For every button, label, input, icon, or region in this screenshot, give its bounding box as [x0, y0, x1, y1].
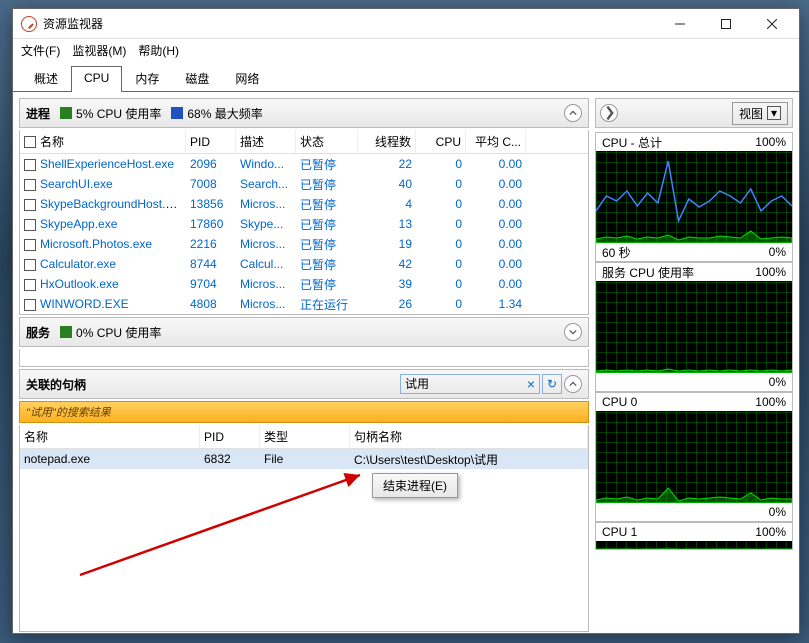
app-icon	[21, 16, 37, 32]
tabs: 概述 CPU 内存 磁盘 网络	[13, 61, 799, 92]
process-row[interactable]: ShellExperienceHost.exe2096Windo...已暂停22…	[20, 154, 588, 174]
graph-block: CPU 1100%	[595, 522, 793, 550]
collapse-right-panel-button[interactable]	[600, 104, 618, 122]
col-state[interactable]: 状态	[296, 130, 358, 153]
tab-cpu[interactable]: CPU	[71, 66, 122, 92]
processes-table: 名称 PID 描述 状态 线程数 CPU 平均 C... ShellExperi…	[19, 130, 589, 315]
tab-memory[interactable]: 内存	[122, 65, 172, 91]
processes-title: 进程	[26, 105, 50, 122]
graph-block: CPU - 总计100%60 秒0%	[595, 132, 793, 262]
resource-monitor-window: 资源监视器 文件(F) 监视器(M) 帮助(H) 概述 CPU 内存 磁盘 网络…	[12, 8, 800, 634]
processes-thead: 名称 PID 描述 状态 线程数 CPU 平均 C...	[20, 130, 588, 154]
collapse-handles-button[interactable]	[564, 375, 582, 393]
row-checkbox[interactable]	[24, 239, 36, 251]
services-title: 服务	[26, 324, 50, 341]
services-header[interactable]: 服务 0% CPU 使用率	[19, 317, 589, 347]
view-dropdown[interactable]: 视图 ▾	[732, 102, 788, 125]
handles-thead: 名称 PID 类型 句柄名称	[20, 425, 588, 449]
minimize-button[interactable]	[657, 9, 703, 39]
hcol-handle-name[interactable]: 句柄名称	[350, 425, 588, 448]
row-checkbox[interactable]	[24, 199, 36, 211]
search-refresh-button[interactable]: ↻	[542, 374, 562, 394]
process-row[interactable]: SearchUI.exe7008Search...已暂停4000.00	[20, 174, 588, 194]
search-results-banner: "试用"的搜索结果	[19, 401, 589, 423]
process-row[interactable]: SkypeBackgroundHost.exe13856Micros...已暂停…	[20, 194, 588, 214]
titlebar[interactable]: 资源监视器	[13, 9, 799, 39]
close-button[interactable]	[749, 9, 795, 39]
maximize-button[interactable]	[703, 9, 749, 39]
col-pid[interactable]: PID	[186, 130, 236, 153]
handles-title: 关联的句柄	[26, 376, 86, 393]
row-checkbox[interactable]	[24, 299, 36, 311]
green-swatch-icon	[60, 107, 72, 119]
hcol-name[interactable]: 名称	[20, 425, 200, 448]
collapse-processes-button[interactable]	[564, 104, 582, 122]
handles-row[interactable]: notepad.exe 6832 File C:\Users\test\Desk…	[20, 449, 588, 469]
handles-search-input[interactable]: 试用 ×	[400, 374, 540, 394]
tab-disk[interactable]: 磁盘	[172, 65, 222, 91]
select-all-checkbox[interactable]	[24, 136, 36, 148]
clear-search-button[interactable]: ×	[527, 377, 535, 391]
dropdown-arrow-icon: ▾	[767, 106, 781, 120]
graph-block: CPU 0100%0%	[595, 392, 793, 522]
menu-end-process[interactable]: 结束进程(E)	[383, 479, 447, 493]
graph-block: 服务 CPU 使用率100%0%	[595, 262, 793, 392]
processes-header[interactable]: 进程 5% CPU 使用率 68% 最大频率	[19, 98, 589, 128]
col-name[interactable]: 名称	[20, 130, 186, 153]
right-panel-header: 视图 ▾	[595, 98, 793, 128]
green-swatch-icon	[60, 326, 72, 338]
tab-overview[interactable]: 概述	[21, 65, 71, 91]
col-avg[interactable]: 平均 C...	[466, 130, 526, 153]
window-title: 资源监视器	[43, 15, 657, 32]
process-row[interactable]: HxOutlook.exe9704Micros...已暂停3900.00	[20, 274, 588, 294]
cpu-usage-stat: 5% CPU 使用率	[76, 105, 161, 122]
hcol-type[interactable]: 类型	[260, 425, 350, 448]
expand-services-button[interactable]	[564, 323, 582, 341]
menubar: 文件(F) 监视器(M) 帮助(H)	[13, 39, 799, 61]
handles-table: 名称 PID 类型 句柄名称 notepad.exe 6832 File C:\…	[19, 425, 589, 632]
hcol-pid[interactable]: PID	[200, 425, 260, 448]
row-checkbox[interactable]	[24, 259, 36, 271]
row-checkbox[interactable]	[24, 279, 36, 291]
services-cpu-stat: 0% CPU 使用率	[76, 324, 161, 341]
row-checkbox[interactable]	[24, 179, 36, 191]
col-desc[interactable]: 描述	[236, 130, 296, 153]
process-row[interactable]: SkypeApp.exe17860Skype...已暂停1300.00	[20, 214, 588, 234]
blue-swatch-icon	[171, 107, 183, 119]
handles-header[interactable]: 关联的句柄 试用 × ↻	[19, 369, 589, 399]
process-row[interactable]: Calculator.exe8744Calcul...已暂停4200.00	[20, 254, 588, 274]
row-checkbox[interactable]	[24, 159, 36, 171]
max-freq-stat: 68% 最大频率	[187, 105, 262, 122]
menu-help[interactable]: 帮助(H)	[138, 42, 179, 59]
process-row[interactable]: Microsoft.Photos.exe2216Micros...已暂停1900…	[20, 234, 588, 254]
col-cpu[interactable]: CPU	[416, 130, 466, 153]
col-threads[interactable]: 线程数	[358, 130, 416, 153]
context-menu[interactable]: 结束进程(E)	[372, 473, 458, 498]
menu-monitor[interactable]: 监视器(M)	[72, 42, 126, 59]
process-row[interactable]: WINWORD.EXE4808Micros...正在运行2601.34	[20, 294, 588, 314]
row-checkbox[interactable]	[24, 219, 36, 231]
tab-network[interactable]: 网络	[222, 65, 272, 91]
menu-file[interactable]: 文件(F)	[21, 42, 60, 59]
